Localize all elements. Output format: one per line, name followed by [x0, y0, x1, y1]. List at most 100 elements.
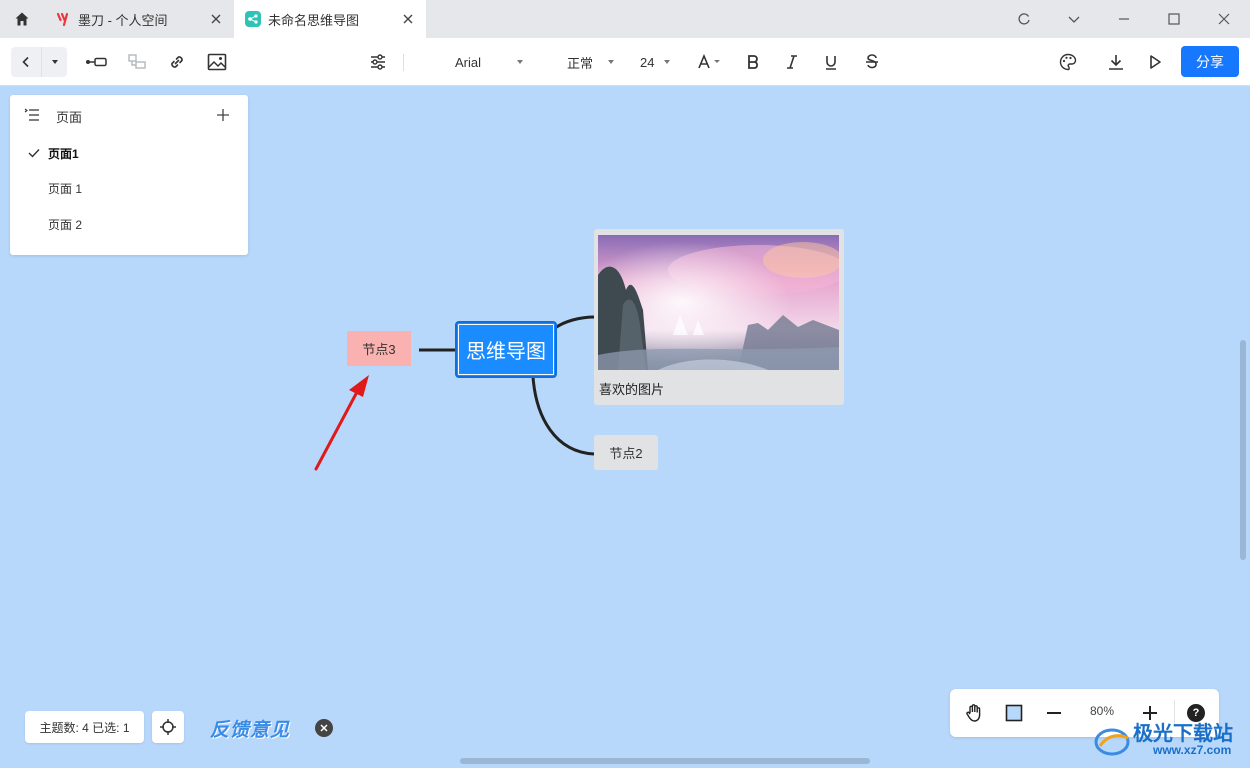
tab-bar: 墨刀 - 个人空间 未命名思维导图: [0, 0, 1250, 38]
home-button[interactable]: [0, 0, 44, 38]
fantasy-landscape-image: [598, 235, 839, 370]
maximize-icon: [1168, 13, 1180, 25]
font-family-select[interactable]: Arial: [455, 38, 530, 86]
download-button[interactable]: [1103, 38, 1129, 86]
tab-title: 未命名思维导图: [268, 12, 360, 28]
font-weight-value: 正常: [567, 55, 594, 71]
download-icon: [1109, 55, 1123, 70]
central-topic-label: 思维导图: [466, 341, 546, 363]
add-page-button[interactable]: [214, 106, 232, 124]
page-item[interactable]: 页面1: [10, 137, 248, 169]
minimize-icon: [1119, 18, 1129, 20]
topic-stats: 主题数: 4 已选: 1: [25, 711, 144, 743]
strikethrough-button[interactable]: [860, 38, 884, 86]
caret-down-icon: [51, 60, 58, 64]
font-weight-select[interactable]: 正常: [567, 38, 617, 86]
underline-button[interactable]: [819, 38, 843, 86]
minimize-button[interactable]: [1099, 0, 1149, 38]
square-select-icon: [1005, 704, 1023, 722]
font-size-select[interactable]: 24: [640, 38, 676, 86]
tab-title: 墨刀 - 个人空间: [78, 12, 168, 28]
close-window-button[interactable]: [1199, 0, 1249, 38]
feedback-link[interactable]: 反馈意见: [210, 715, 290, 742]
plus-icon: [217, 109, 229, 121]
sliders-icon: [371, 54, 385, 70]
pages-panel: 页面 页面1 页面 1 页面 2: [10, 95, 248, 255]
underline-icon: [826, 56, 836, 70]
dropdown-button[interactable]: [1049, 0, 1099, 38]
pages-panel-title: 页面: [56, 110, 83, 125]
link-icon: [171, 56, 183, 68]
mindmap-node[interactable]: 节点2: [594, 435, 658, 470]
summary-icon: [128, 54, 146, 69]
hand-icon: [966, 704, 981, 722]
font-family-value: Arial: [455, 54, 482, 70]
page-item-label: 页面 1: [48, 181, 83, 196]
history-nav: [11, 47, 67, 77]
check-icon: [28, 149, 40, 158]
toolbar-divider: [403, 54, 404, 71]
vertical-scrollbar[interactable]: [1240, 340, 1246, 560]
italic-button[interactable]: [780, 38, 804, 86]
palette-icon: [1059, 53, 1077, 71]
summary-button[interactable]: [124, 38, 150, 86]
refresh-button[interactable]: [999, 0, 1049, 38]
strikethrough-icon: [866, 54, 878, 69]
bold-icon: [748, 55, 758, 69]
insert-link-button[interactable]: [164, 38, 190, 86]
chevron-down-icon: [1068, 16, 1080, 23]
image-node-caption: 喜欢的图片: [599, 382, 665, 397]
watermark-text: 极光下载站: [1133, 723, 1233, 745]
play-icon: [1150, 55, 1161, 69]
refresh-icon: [1018, 13, 1030, 25]
close-icon: [1218, 13, 1230, 25]
chevron-left-icon: [22, 56, 29, 68]
locate-center-button[interactable]: [152, 711, 184, 743]
present-button[interactable]: [1142, 38, 1168, 86]
minus-icon: [1047, 712, 1061, 714]
home-icon: [15, 12, 29, 26]
font-color-icon: [698, 54, 720, 69]
crosshair-icon: [160, 719, 176, 735]
italic-icon: [787, 55, 797, 69]
insert-image-button[interactable]: [204, 38, 230, 86]
share-button[interactable]: 分享: [1181, 46, 1239, 77]
horizontal-scrollbar[interactable]: [460, 758, 870, 764]
page-item-label: 页面 2: [48, 217, 83, 232]
zoom-out-button[interactable]: [1040, 699, 1068, 727]
caret-down-icon: [608, 60, 615, 64]
history-dropdown[interactable]: [41, 47, 67, 77]
font-size-value: 24: [640, 54, 655, 70]
close-icon[interactable]: [400, 11, 416, 27]
pages-panel-header: 页面: [10, 95, 248, 135]
page-item-label: 页面1: [48, 146, 79, 161]
close-icon[interactable]: [208, 11, 224, 27]
node-label: 节点2: [609, 446, 643, 461]
page-item[interactable]: 页面 1: [10, 172, 248, 204]
page-item[interactable]: 页面 2: [10, 208, 248, 240]
modao-logo-icon: [54, 10, 72, 28]
close-icon: [320, 724, 328, 732]
editor-toolbar: Arial 正常 24 分享: [0, 38, 1250, 86]
central-topic[interactable]: 思维导图: [455, 321, 557, 378]
bold-button[interactable]: [741, 38, 765, 86]
watermark-url: www.xz7.com: [1153, 743, 1232, 757]
font-color-button[interactable]: [695, 38, 725, 86]
mindmap-app-icon: [244, 10, 262, 28]
style-settings-button[interactable]: [365, 38, 391, 86]
caret-down-icon: [517, 60, 524, 64]
pan-tool-button[interactable]: [960, 699, 988, 727]
tab-mindmap[interactable]: 未命名思维导图: [234, 0, 426, 38]
theme-button[interactable]: [1055, 38, 1081, 86]
relation-icon: [86, 57, 107, 67]
add-relation-button[interactable]: [82, 38, 110, 86]
image-node[interactable]: 喜欢的图片: [594, 229, 844, 405]
feedback-close-button[interactable]: [315, 719, 333, 737]
maximize-button[interactable]: [1149, 0, 1199, 38]
back-button[interactable]: [11, 47, 41, 77]
select-tool-button[interactable]: [1000, 699, 1028, 727]
page-list-icon: [24, 108, 39, 121]
image-icon: [207, 53, 227, 71]
tab-modao-space[interactable]: 墨刀 - 个人空间: [44, 0, 234, 38]
caret-down-icon: [664, 60, 671, 64]
